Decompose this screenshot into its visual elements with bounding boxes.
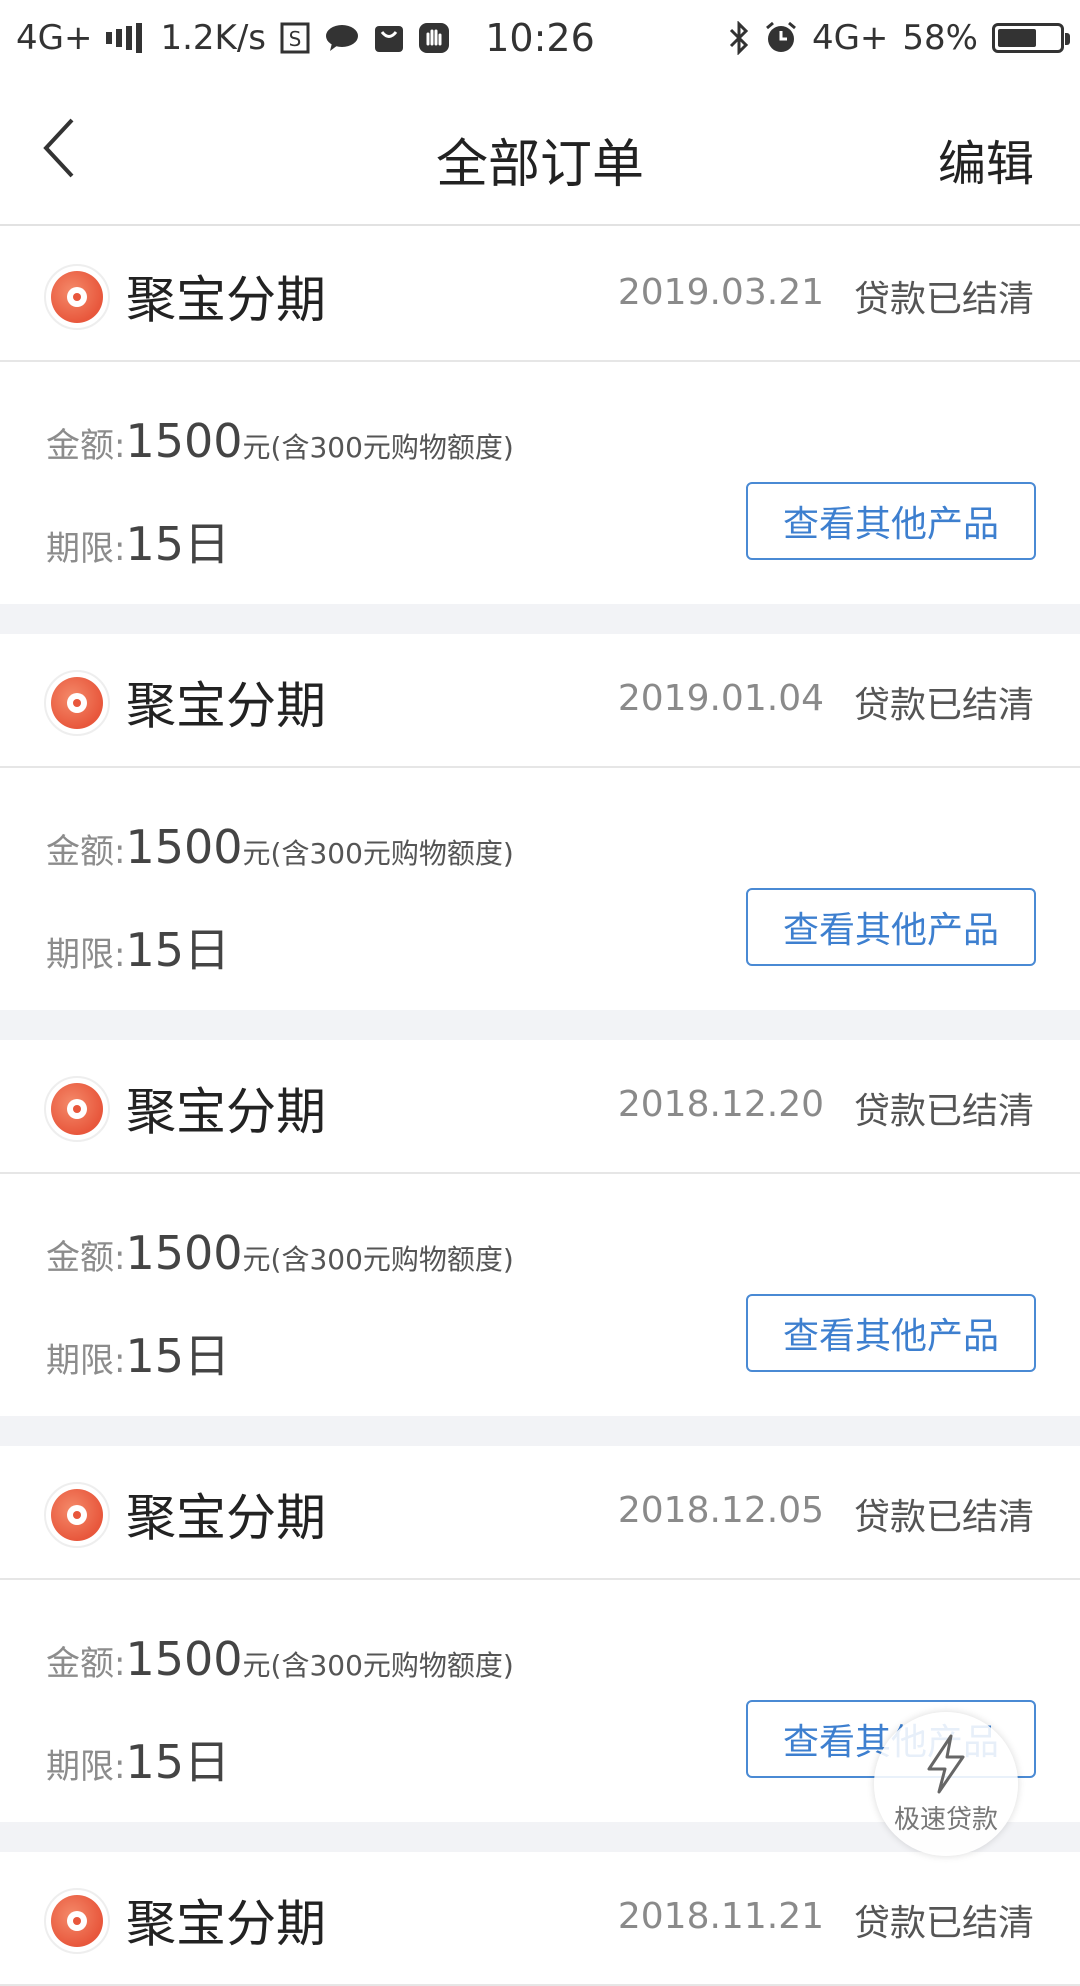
amount-label: 金额:	[46, 832, 126, 872]
order-header[interactable]: 聚宝分期 2018.12.20 贷款已结清	[0, 1040, 1080, 1174]
term-label: 期限:	[46, 529, 126, 569]
order-date: 2018.12.20	[617, 1084, 824, 1125]
product-name: 聚宝分期	[126, 1083, 326, 1141]
amount-value: 1500	[125, 1632, 243, 1686]
amount-label: 金额:	[46, 1644, 126, 1684]
alarm-icon	[764, 21, 798, 55]
page-title: 全部订单	[435, 135, 644, 195]
product-logo-icon	[44, 264, 110, 330]
status-right: 4G+ 58%	[728, 18, 1070, 58]
order-header[interactable]: 聚宝分期 2018.11.21 贷款已结清	[0, 1852, 1080, 1986]
order-date: 2019.01.04	[617, 678, 824, 719]
product-logo-icon	[44, 670, 110, 736]
order-body: 金额:1500元(含300元购物额度) 期限:15日 查看其他产品	[0, 362, 1080, 604]
term-value: 15日	[125, 923, 231, 977]
amount-label: 金额:	[46, 1238, 126, 1278]
nav-bar: 全部订单 编辑	[0, 76, 1080, 226]
term-value: 15日	[125, 1735, 231, 1789]
order-status: 贷款已结清	[853, 1497, 1034, 1538]
section-divider	[0, 1416, 1080, 1446]
status-left: 4G+ 1.2K/s S	[16, 18, 450, 58]
view-other-products-button[interactable]: 查看其他产品	[746, 888, 1036, 966]
order-status: 贷款已结清	[853, 279, 1034, 320]
edit-button[interactable]: 编辑	[938, 124, 1034, 194]
order-header[interactable]: 聚宝分期 2018.12.05 贷款已结清	[0, 1446, 1080, 1580]
amount-value: 1500	[125, 820, 243, 874]
order-date: 2018.12.05	[617, 1490, 824, 1531]
term-value: 15日	[125, 517, 231, 571]
order-status: 贷款已结清	[853, 1091, 1034, 1132]
term-label: 期限:	[46, 1341, 126, 1381]
term-label: 期限:	[46, 1747, 126, 1787]
svg-text:S: S	[289, 27, 302, 51]
order-card: 聚宝分期 2019.01.04 贷款已结清 金额:1500元(含300元购物额度…	[0, 634, 1080, 1010]
order-body: 金额:1500元(含300元购物额度) 期限:15日 查看其他产品	[0, 1174, 1080, 1416]
term-row: 期限:15日	[46, 914, 230, 980]
status-bar: 4G+ 1.2K/s S 10:26 4G+ 58%	[0, 0, 1080, 76]
order-header[interactable]: 聚宝分期 2019.03.21 贷款已结清	[0, 228, 1080, 362]
amount-value: 1500	[125, 1226, 243, 1280]
product-name: 聚宝分期	[126, 677, 326, 735]
network-type: 4G+	[16, 18, 93, 58]
view-other-products-button[interactable]: 查看其他产品	[746, 1294, 1036, 1372]
battery-percent: 58%	[902, 18, 978, 58]
order-status: 贷款已结清	[853, 1903, 1034, 1944]
amount-row: 金额:1500元(含300元购物额度)	[46, 820, 514, 874]
message-icon	[324, 23, 360, 53]
quick-loan-button[interactable]: 极速贷款	[874, 1712, 1018, 1856]
order-card: 聚宝分期 2019.03.21 贷款已结清 金额:1500元(含300元购物额度…	[0, 228, 1080, 604]
product-name: 聚宝分期	[126, 271, 326, 329]
quick-loan-label: 极速贷款	[893, 1804, 998, 1835]
order-body: 金额:1500元(含300元购物额度) 期限:15日 查看其他产品	[0, 768, 1080, 1010]
bag-icon	[374, 23, 404, 53]
order-date: 2019.03.21	[617, 272, 824, 313]
view-other-products-button[interactable]: 查看其他产品	[746, 482, 1036, 560]
amount-value: 1500	[125, 414, 243, 468]
term-value: 15日	[125, 1329, 231, 1383]
term-row: 期限:15日	[46, 1726, 230, 1792]
product-logo-icon	[44, 1076, 110, 1142]
battery-icon	[992, 23, 1070, 53]
network-type-right: 4G+	[811, 18, 889, 58]
amount-note: 元(含300元购物额度)	[242, 837, 514, 870]
product-logo-icon	[44, 1482, 110, 1548]
product-name: 聚宝分期	[126, 1895, 326, 1953]
amount-note: 元(含300元购物额度)	[242, 1243, 514, 1276]
lightning-icon	[927, 1734, 965, 1793]
amount-label: 金额:	[46, 426, 126, 466]
bluetooth-icon	[728, 21, 750, 55]
order-card: 聚宝分期 2018.12.20 贷款已结清 金额:1500元(含300元购物额度…	[0, 1040, 1080, 1416]
order-header[interactable]: 聚宝分期 2019.01.04 贷款已结清	[0, 634, 1080, 768]
term-label: 期限:	[46, 935, 126, 975]
signal-icon	[106, 23, 146, 53]
section-divider	[0, 1010, 1080, 1040]
network-speed: 1.2K/s	[160, 18, 267, 58]
amount-row: 金额:1500元(含300元购物额度)	[46, 1632, 514, 1686]
term-row: 期限:15日	[46, 508, 230, 574]
amount-note: 元(含300元购物额度)	[242, 431, 514, 464]
amount-note: 元(含300元购物额度)	[242, 1649, 514, 1682]
section-divider	[0, 604, 1080, 634]
app-s-icon: S	[280, 22, 310, 54]
order-card: 聚宝分期 2018.11.21 贷款已结清	[0, 1852, 1080, 1986]
term-row: 期限:15日	[46, 1320, 230, 1386]
amount-row: 金额:1500元(含300元购物额度)	[46, 1226, 514, 1280]
hand-icon	[418, 22, 450, 54]
amount-row: 金额:1500元(含300元购物额度)	[46, 414, 514, 468]
product-name: 聚宝分期	[126, 1489, 326, 1547]
order-status: 贷款已结清	[853, 685, 1034, 726]
product-logo-icon	[44, 1888, 110, 1954]
order-date: 2018.11.21	[617, 1896, 824, 1937]
